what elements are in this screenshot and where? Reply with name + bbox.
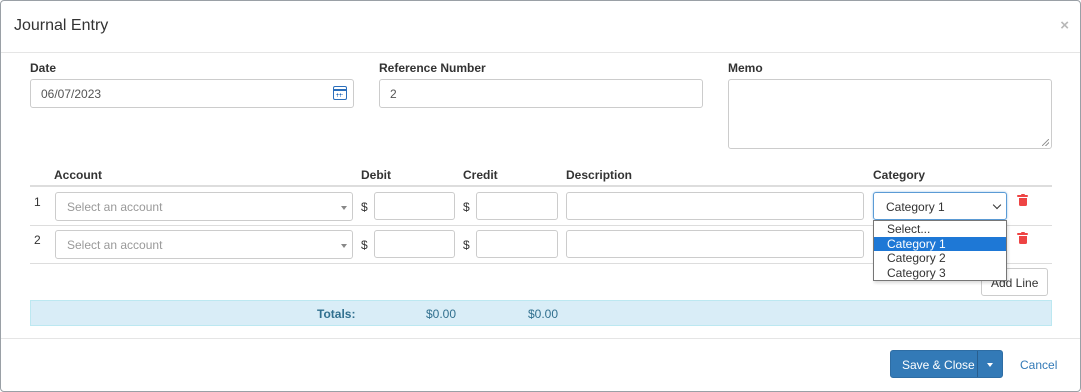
reference-number-input[interactable]: 2 — [379, 79, 703, 108]
reference-number-label: Reference Number — [379, 61, 486, 75]
debit-currency-symbol: $ — [361, 200, 368, 214]
totals-bar: Totals: $0.00 $0.00 — [30, 300, 1052, 326]
close-icon[interactable]: × — [1060, 18, 1069, 33]
account-column-header: Account — [54, 168, 102, 182]
category-option-selected[interactable]: Category 1 — [874, 236, 1006, 251]
date-value: 06/07/2023 — [41, 87, 102, 101]
description-input[interactable] — [566, 192, 864, 220]
debit-input[interactable] — [374, 230, 455, 258]
debit-total: $0.00 — [426, 307, 457, 321]
debit-column-header: Debit — [361, 168, 391, 182]
chevron-down-icon — [992, 200, 1002, 210]
category-option[interactable]: Category 2 — [874, 251, 1006, 266]
description-input[interactable] — [566, 230, 864, 258]
caret-down-icon — [341, 206, 347, 210]
button-split-divider — [977, 351, 978, 377]
account-select-placeholder: Select an account — [67, 200, 163, 214]
memo-textarea[interactable] — [728, 79, 1052, 149]
category-dropdown-list: Select... Category 1 Category 2 Category… — [873, 220, 1007, 281]
trash-icon[interactable] — [1017, 194, 1028, 206]
category-column-header: Category — [873, 168, 926, 182]
description-column-header: Description — [566, 168, 633, 182]
credit-currency-symbol: $ — [463, 238, 470, 252]
credit-column-header: Credit — [463, 168, 498, 182]
date-label: Date — [30, 61, 57, 75]
debit-input[interactable] — [374, 192, 455, 220]
row-number: 1 — [34, 195, 41, 209]
category-option[interactable]: Select... — [874, 222, 1006, 237]
resize-grip-icon[interactable] — [1042, 139, 1049, 146]
table-header-divider — [30, 185, 1052, 187]
cancel-link[interactable]: Cancel — [1020, 358, 1057, 372]
caret-down-icon — [341, 244, 347, 248]
memo-label: Memo — [728, 61, 763, 75]
credit-input[interactable] — [476, 230, 558, 258]
row-number: 2 — [34, 233, 41, 247]
category-select-value: Category 1 — [886, 200, 945, 214]
account-select[interactable]: Select an account — [55, 230, 353, 259]
footer-divider — [1, 338, 1080, 339]
totals-label: Totals: — [317, 307, 356, 321]
journal-entry-modal: Journal Entry × Date 06/07/2023 Referenc… — [0, 0, 1081, 392]
credit-currency-symbol: $ — [463, 200, 470, 214]
trash-icon[interactable] — [1017, 232, 1028, 244]
caret-down-icon[interactable] — [987, 363, 993, 367]
reference-number-value: 2 — [390, 87, 397, 101]
credit-total: $0.00 — [528, 307, 559, 321]
category-select[interactable]: Category 1 — [873, 192, 1007, 220]
save-and-close-label: Save & Close — [902, 358, 975, 372]
category-option[interactable]: Category 3 — [874, 266, 1006, 281]
date-input[interactable]: 06/07/2023 — [30, 79, 354, 108]
modal-title: Journal Entry — [14, 17, 109, 34]
account-select[interactable]: Select an account — [55, 192, 353, 221]
save-and-close-button[interactable]: Save & Close — [890, 350, 1003, 378]
calendar-icon[interactable] — [333, 86, 347, 100]
debit-currency-symbol: $ — [361, 238, 368, 252]
account-select-placeholder: Select an account — [67, 238, 163, 252]
modal-header: Journal Entry × — [1, 1, 1080, 53]
credit-input[interactable] — [476, 192, 558, 220]
